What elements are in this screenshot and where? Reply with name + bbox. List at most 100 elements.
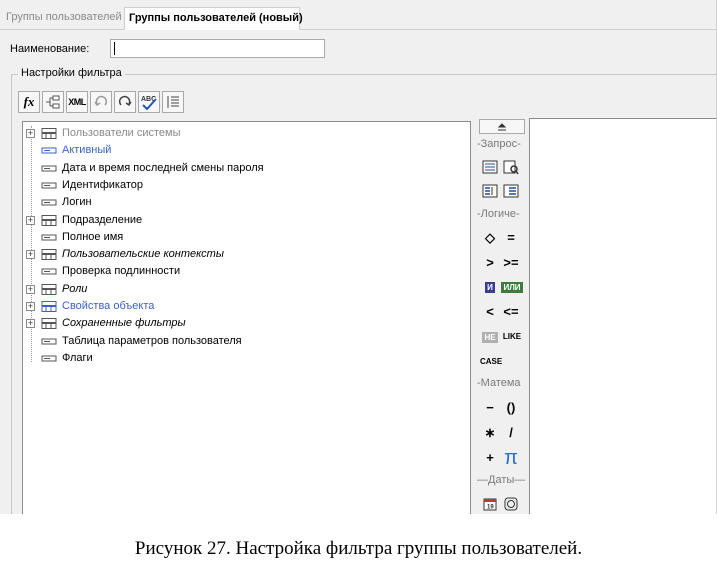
table-icon (41, 249, 57, 261)
date-function-icon (504, 497, 518, 511)
field-icon (41, 182, 57, 189)
tree-item-label: Идентификатор (62, 178, 143, 191)
op-parens[interactable]: () (501, 398, 521, 418)
add-field-button[interactable] (42, 91, 64, 113)
calendar-icon: 19 (483, 498, 497, 511)
table-icon (41, 283, 57, 295)
tree-item-label: Логин (62, 196, 92, 209)
redo-button[interactable] (114, 91, 136, 113)
expand-icon[interactable]: + (26, 302, 35, 311)
tree-item-label: Проверка подлинности (62, 265, 181, 278)
op-multiply[interactable]: ∗ (480, 423, 500, 443)
fx-icon: fx (23, 94, 35, 109)
expand-icon[interactable]: + (26, 319, 35, 329)
tree-item-label: Роли (62, 282, 88, 295)
fields-tree[interactable]: + Пользователи системы Активный Дата и врем… (22, 121, 471, 514)
op-minus[interactable]: − (480, 398, 500, 418)
expand-icon[interactable]: + (26, 215, 35, 225)
tree-item-label: Подразделение (62, 213, 143, 226)
list-button[interactable] (162, 91, 184, 113)
list-icon (167, 96, 179, 108)
op-not[interactable]: НЕ (480, 327, 500, 347)
tree-item-label: Полное имя (62, 230, 124, 243)
tree-item-label: Таблица параметров пользователя (62, 334, 242, 347)
field-icon (41, 234, 57, 241)
not-badge: НЕ (482, 332, 498, 343)
op-pi[interactable]: π (501, 448, 521, 468)
op-greater[interactable]: > (480, 253, 500, 273)
tree-item-label: Свойства объекта (62, 300, 155, 312)
scroll-up-icon (497, 123, 507, 131)
text-caret (114, 42, 115, 55)
table-icon (41, 128, 57, 139)
name-input[interactable] (110, 39, 325, 58)
palette-header-query: -Запрос- (477, 138, 521, 150)
expand-icon[interactable]: + (26, 129, 35, 138)
field-add-icon (46, 95, 60, 109)
op-date-calendar[interactable]: 19 (480, 494, 500, 514)
undo-button[interactable] (90, 91, 112, 113)
op-equal[interactable]: = (501, 228, 521, 248)
op-not-equal[interactable]: ◇ (480, 228, 500, 248)
op-like[interactable]: LIKE (501, 327, 523, 347)
op-divide[interactable]: / (501, 423, 521, 443)
tab-bar: Группы пользователей Группы пользователе… (0, 0, 716, 30)
and-badge: И (485, 282, 495, 293)
check-syntax-icon: ABC (141, 96, 157, 110)
svg-text:19: 19 (487, 505, 494, 511)
fx-button[interactable]: fx (18, 91, 40, 113)
palette-header-math: -Матема (477, 377, 521, 389)
filter-expression-panel[interactable] (529, 118, 716, 514)
tree-item-label: Пользователи системы (62, 127, 181, 139)
filter-toolbar: fx XML ABC (18, 91, 184, 117)
query-op-button-4[interactable] (501, 181, 521, 201)
palette-header-logic: -Логиче- (477, 208, 520, 220)
or-badge: ИЛИ (501, 282, 523, 293)
table-icon (41, 301, 57, 312)
expand-icon[interactable]: + (26, 250, 35, 260)
table-icon (41, 214, 57, 226)
field-icon (41, 199, 57, 206)
tree-item-label: Активный (62, 144, 112, 157)
name-label: Наименование: (10, 43, 90, 55)
xml-button[interactable]: XML (66, 91, 88, 113)
palette-header-dates: —Даты— (477, 474, 526, 486)
query-op-button-3[interactable] (480, 181, 500, 201)
redo-icon (118, 95, 132, 107)
tree-item-label: Дата и время последней смены пароля (62, 161, 264, 174)
tree-item-label: Флаги (62, 351, 93, 364)
filter-settings-title: Настройки фильтра (18, 67, 125, 79)
query-in-icon (482, 184, 498, 198)
app-window: Группы пользователей Группы пользователе… (0, 0, 717, 514)
field-icon (41, 165, 57, 172)
query-param-icon (482, 160, 498, 174)
xml-icon: XML (68, 97, 86, 107)
op-greater-equal[interactable]: >= (501, 253, 521, 273)
tab-user-groups-new[interactable]: Группы пользователей (новый) (124, 7, 303, 30)
field-icon (41, 268, 57, 275)
query-op-button-1[interactable] (480, 157, 500, 177)
query-exists-icon (503, 184, 519, 198)
expand-icon[interactable]: + (26, 284, 35, 294)
op-and[interactable]: И (480, 277, 500, 297)
tree-item-label: Сохраненные фильтры (62, 317, 186, 330)
query-op-button-2[interactable] (501, 157, 521, 177)
op-or[interactable]: ИЛИ (501, 277, 523, 297)
palette-scroll-up[interactable] (479, 119, 525, 134)
op-less-equal[interactable]: <= (501, 302, 521, 322)
query-search-icon (503, 160, 519, 175)
tab-user-groups[interactable]: Группы пользователей (2, 7, 126, 30)
check-syntax-button[interactable]: ABC (138, 91, 160, 113)
figure-caption: Рисунок 27. Настройка фильтра группы пол… (134, 538, 583, 559)
op-plus[interactable]: + (480, 448, 500, 468)
op-case[interactable]: CASE (480, 352, 502, 372)
op-date-function[interactable] (501, 494, 521, 514)
field-icon (41, 147, 57, 154)
operator-palette: -Запрос- -Логиче- ◇ = > >= И ИЛИ < <= НЕ… (477, 118, 526, 514)
tree-item-label: Пользовательские контексты (62, 248, 224, 261)
undo-icon (94, 95, 108, 107)
field-icon (41, 355, 57, 362)
op-less[interactable]: < (480, 302, 500, 322)
field-icon (41, 338, 57, 345)
table-icon (41, 318, 57, 330)
